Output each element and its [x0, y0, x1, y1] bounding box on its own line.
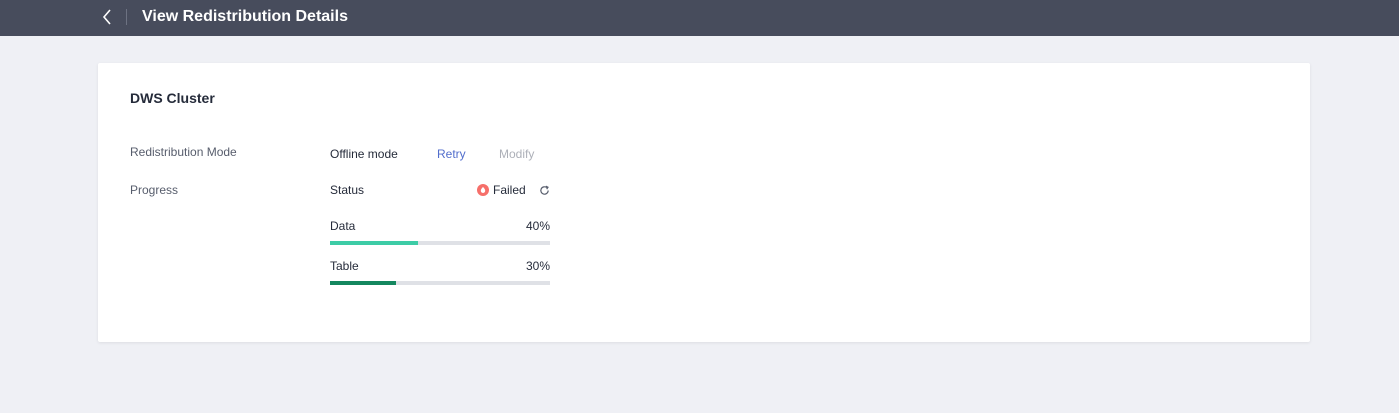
- table-progress-fill: [330, 281, 396, 285]
- data-progress-label: Data: [330, 219, 356, 233]
- status-label: Status: [330, 183, 365, 197]
- modify-link[interactable]: Modify: [499, 146, 534, 162]
- data-progress-percent: 40%: [525, 219, 550, 233]
- status-value: Failed: [493, 183, 526, 197]
- retry-link[interactable]: Retry: [437, 146, 466, 162]
- refresh-icon[interactable]: [537, 183, 551, 197]
- table-progress-label: Table: [330, 259, 359, 273]
- progress-label: Progress: [130, 183, 179, 197]
- table-progress-bar: [330, 281, 550, 285]
- top-bar: View Redistribution Details: [0, 0, 1399, 36]
- redistribution-mode-value: Offline mode: [330, 147, 398, 161]
- chevron-left-icon: [102, 9, 111, 25]
- table-progress-percent: 30%: [525, 259, 550, 273]
- status-badge: Failed: [477, 182, 526, 198]
- data-progress-fill: [330, 241, 418, 245]
- redistribution-mode-label: Redistribution Mode: [130, 145, 237, 159]
- page-title: View Redistribution Details: [142, 8, 348, 25]
- failed-icon: [477, 184, 489, 196]
- header-divider: [126, 9, 127, 25]
- data-progress-bar: [330, 241, 550, 245]
- back-button[interactable]: [96, 6, 118, 28]
- dws-cluster-card: DWS Cluster Redistribution Mode Offline …: [98, 63, 1310, 342]
- card-title: DWS Cluster: [130, 90, 215, 106]
